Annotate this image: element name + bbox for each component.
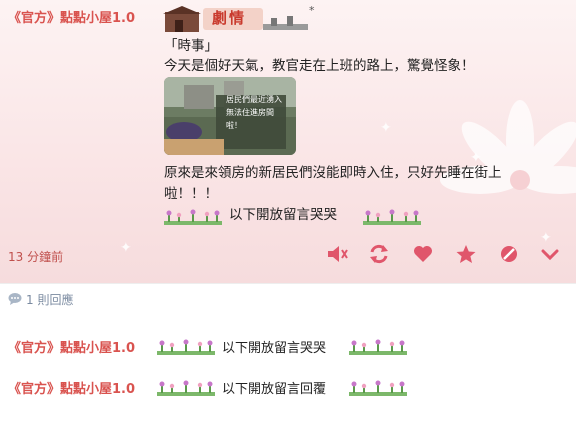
comment-text: 以下開放留言哭哭 (222, 341, 327, 356)
star-mark: * (309, 4, 315, 17)
mood-label: 劇情 (212, 9, 247, 27)
chevron-down-icon[interactable] (538, 243, 562, 265)
image-caption-3: 啦！ (226, 121, 242, 130)
post-image[interactable]: 居民們最近湧入 無法住進房間 啦！ (164, 77, 296, 155)
open-comments-text: 以下開放留言哭哭 (229, 207, 337, 223)
divider (0, 283, 576, 284)
star-icon[interactable] (454, 243, 478, 265)
reply-count[interactable]: 1 則回應 (26, 291, 73, 308)
block-icon[interactable] (497, 243, 521, 265)
comment-item: 《官方》點點小屋1.0 (8, 378, 135, 397)
grass-sticker-icon (157, 339, 215, 355)
image-caption-1: 居民們最近湧入 (226, 95, 282, 104)
comment-author[interactable]: 《官方》點點小屋1.0 (8, 382, 135, 397)
comment-text: 以下開放留言回覆 (222, 382, 327, 397)
mute-icon[interactable] (325, 243, 349, 265)
share-icon[interactable] (367, 243, 391, 265)
grass-sticker-icon (349, 380, 407, 396)
sparkle-icon: ✦ (120, 240, 132, 256)
post-line-3: 啦！！！ (164, 186, 218, 202)
heart-icon[interactable] (411, 243, 435, 265)
comment-bubble-icon (8, 293, 22, 305)
grass-sticker-icon (164, 209, 222, 225)
post-line-2: 原來是來領房的新居民們沒能即時入住，只好先睡在街上 (164, 165, 502, 181)
comment-author[interactable]: 《官方》點點小屋1.0 (8, 341, 135, 356)
sparkle-icon: ✦ (380, 120, 392, 136)
post-card: ✦ ✦ ✦ ✦ 《官方》點點小屋1.0 劇情 * 「時事」 今天是個好天氣，教官… (0, 0, 576, 283)
post-title: 「時事」 (164, 38, 218, 54)
image-caption-2: 無法住進房間 (226, 108, 274, 117)
post-timestamp: 13 分鐘前 (8, 250, 64, 264)
grass-sticker-icon (349, 339, 407, 355)
comment-item: 《官方》點點小屋1.0 (8, 337, 135, 356)
grass-sticker-icon (363, 209, 421, 225)
post-line-1: 今天是個好天氣，教官走在上班的路上，驚覺怪象！ (164, 58, 475, 74)
grass-sticker-icon (157, 380, 215, 396)
post-author[interactable]: 《官方》點點小屋1.0 (8, 7, 135, 26)
